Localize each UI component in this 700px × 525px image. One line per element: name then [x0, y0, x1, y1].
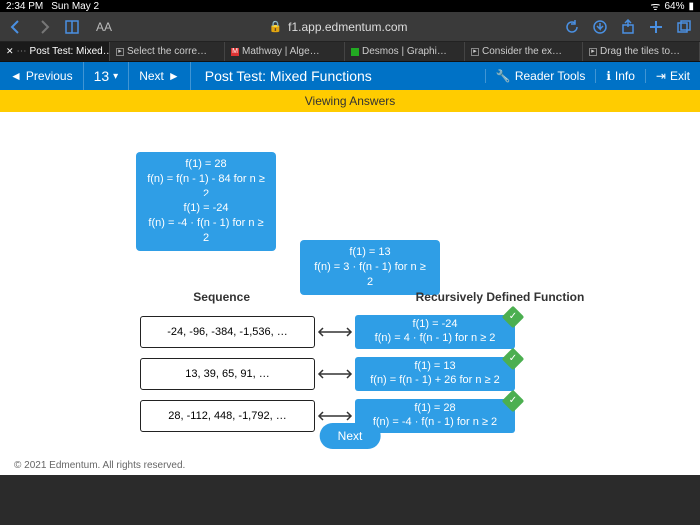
bookmarks-icon[interactable]: [64, 19, 80, 35]
answer-dropzone[interactable]: f(1) = 28 f(n) = -4 · f(n - 1) for n ≥ 2: [355, 399, 515, 433]
previous-label: Previous: [26, 69, 73, 83]
download-icon[interactable]: [592, 19, 608, 35]
ans-line1: f(1) = -24: [413, 318, 458, 332]
ipad-status-bar: 2:34 PM Sun May 2 ᯤ 64% ▮: [0, 0, 700, 12]
status-date: Sun May 2: [51, 1, 99, 12]
address-bar[interactable]: 🔒 f1.app.edmentum.com: [124, 20, 552, 34]
arrow-right-icon: ►: [168, 69, 180, 83]
info-button[interactable]: ℹ Info: [595, 69, 645, 83]
next-page-button[interactable]: Next: [320, 423, 381, 449]
ans-line2: f(n) = f(n - 1) + 26 for n ≥ 2: [370, 374, 500, 388]
exit-icon: ⇥: [656, 69, 666, 83]
tile-line1: f(1) = 28: [146, 157, 266, 172]
forward-button[interactable]: [36, 19, 52, 35]
tab-label: Desmos | Graphi…: [362, 46, 447, 57]
ans-line2: f(n) = -4 · f(n - 1) for n ≥ 2: [373, 416, 497, 430]
double-arrow-icon: [315, 410, 355, 422]
answer-dropzone[interactable]: f(1) = 13 f(n) = f(n - 1) + 26 for n ≥ 2: [355, 357, 515, 391]
tab-favicon: ▸: [589, 48, 597, 56]
tab-label: Drag the tiles to…: [600, 46, 680, 57]
correct-check-icon: [502, 390, 525, 413]
tab-label: Select the corre…: [127, 46, 207, 57]
text-size-button[interactable]: AA: [96, 20, 112, 34]
double-arrow-icon: [315, 368, 355, 380]
ans-line1: f(1) = 28: [414, 402, 455, 416]
page-title: Post Test: Mixed Functions: [191, 68, 485, 84]
sequence-box: -24, -96, -384, -1,536, …: [140, 316, 315, 348]
correct-check-icon: [502, 348, 525, 371]
back-button[interactable]: [8, 19, 24, 35]
info-label: Info: [615, 69, 635, 83]
sequence-header: Sequence: [10, 290, 290, 304]
tab-strip: ✕ ⋯ Post Test: Mixed… ▸Select the corre……: [0, 42, 700, 62]
tile-line2: f(n) = -4 · f(n - 1) for n ≥ 2: [146, 216, 266, 246]
tab-label: Post Test: Mixed…: [30, 46, 110, 57]
exit-button[interactable]: ⇥ Exit: [645, 69, 700, 83]
reader-tools-button[interactable]: 🔧 Reader Tools: [485, 69, 595, 83]
battery-text: 64%: [664, 1, 684, 12]
browser-tab[interactable]: ✕ ⋯ Post Test: Mixed…: [0, 42, 110, 61]
browser-tab[interactable]: MMathway | Alge…: [225, 42, 345, 61]
close-tab-icon[interactable]: ✕: [6, 46, 14, 57]
tabs-icon[interactable]: [676, 19, 692, 35]
tab-favicon: ▸: [116, 48, 124, 56]
browser-tab[interactable]: ▸Consider the ex…: [465, 42, 583, 61]
app-toolbar: ◄ Previous 13 ▾ Next ► Post Test: Mixed …: [0, 62, 700, 90]
question-number-dropdown[interactable]: 13 ▾: [84, 62, 130, 90]
exit-label: Exit: [670, 69, 690, 83]
sequence-box: 13, 39, 65, 91, …: [140, 358, 315, 390]
ans-line1: f(1) = 13: [414, 360, 455, 374]
next-button[interactable]: Next ►: [129, 62, 191, 90]
reload-button[interactable]: [564, 19, 580, 35]
browser-toolbar: AA 🔒 f1.app.edmentum.com: [0, 12, 700, 42]
content-area: f(1) = 28 f(n) = f(n - 1) - 84 for n ≥ 2…: [0, 112, 700, 475]
browser-tab[interactable]: ▸Select the corre…: [110, 42, 225, 61]
tab-favicon: [351, 48, 359, 56]
tab-label: Consider the ex…: [482, 46, 562, 57]
tile-line1: f(1) = 13: [310, 245, 430, 260]
tile-line2: f(n) = 3 · f(n - 1) for n ≥ 2: [310, 260, 430, 290]
previous-button[interactable]: ◄ Previous: [0, 62, 84, 90]
arrow-left-icon: ◄: [10, 69, 22, 83]
answer-dropzone[interactable]: f(1) = -24 f(n) = 4 · f(n - 1) for n ≥ 2: [355, 315, 515, 349]
tab-favicon: M: [231, 48, 239, 56]
tile-line1: f(1) = -24: [146, 201, 266, 216]
browser-tab[interactable]: Desmos | Graphi…: [345, 42, 465, 61]
match-row: -24, -96, -384, -1,536, … f(1) = -24 f(n…: [140, 314, 515, 350]
reader-tools-label: Reader Tools: [515, 69, 586, 83]
viewing-answers-banner: Viewing Answers: [0, 90, 700, 112]
function-header: Recursively Defined Function: [290, 290, 690, 304]
next-label: Next: [139, 69, 164, 83]
battery-icon: ▮: [688, 1, 694, 12]
status-time: 2:34 PM: [6, 1, 43, 12]
double-arrow-icon: [315, 326, 355, 338]
new-tab-icon[interactable]: [648, 19, 664, 35]
correct-check-icon: [502, 306, 525, 329]
lock-icon: 🔒: [268, 20, 282, 33]
info-icon: ℹ: [606, 69, 611, 83]
draggable-tile[interactable]: f(1) = -24 f(n) = -4 · f(n - 1) for n ≥ …: [136, 196, 276, 251]
wifi-icon: ᯤ: [650, 0, 660, 14]
wrench-icon: 🔧: [496, 69, 511, 83]
url-text: f1.app.edmentum.com: [288, 20, 407, 34]
browser-tab[interactable]: ▸Drag the tiles to…: [583, 42, 700, 61]
tab-favicon: ▸: [471, 48, 479, 56]
share-icon[interactable]: [620, 19, 636, 35]
draggable-tile[interactable]: f(1) = 13 f(n) = 3 · f(n - 1) for n ≥ 2: [300, 240, 440, 295]
ans-line2: f(n) = 4 · f(n - 1) for n ≥ 2: [375, 332, 496, 346]
tab-label: Mathway | Alge…: [242, 46, 320, 57]
copyright-footer: © 2021 Edmentum. All rights reserved.: [10, 460, 185, 475]
sequence-box: 28, -112, 448, -1,792, …: [140, 400, 315, 432]
chevron-down-icon: ▾: [113, 71, 118, 82]
match-row: 13, 39, 65, 91, … f(1) = 13 f(n) = f(n -…: [140, 356, 515, 392]
question-number: 13: [94, 68, 110, 84]
